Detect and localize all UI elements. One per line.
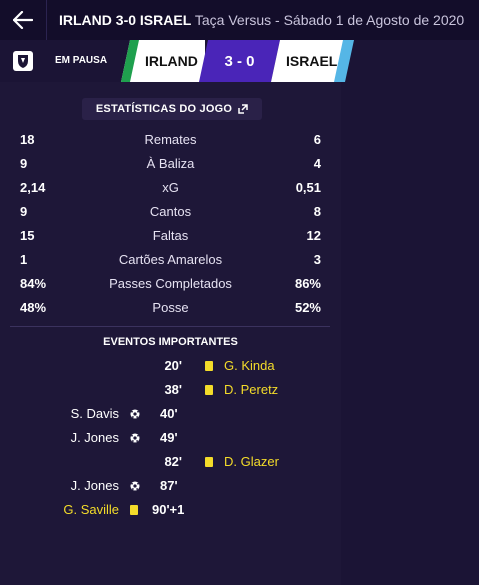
stat-away-value: 86% [294,276,321,291]
stat-label: Posse [152,300,189,315]
stat-label: xG [162,180,179,195]
back-arrow-icon [13,11,33,29]
stat-row-passes: 84% Passes Completados 86% [0,272,341,296]
event-row: 38' D. Peretz [0,378,341,402]
match-stats-header-button[interactable]: ESTATÍSTICAS DO JOGO [82,98,262,120]
yellow-card-icon [205,385,213,395]
event-minute: 38' [164,382,182,397]
stat-away-value: 8 [313,204,321,219]
events-title: EVENTOS IMPORTANTES [103,336,238,348]
yellow-card-icon [130,505,138,515]
event-row: J. Jones 87' [0,474,341,498]
stat-row-on-target: 9 À Baliza 4 [0,152,341,176]
stat-label: Remates [144,132,197,147]
stat-label: À Baliza [146,156,195,171]
stat-away-value: 52% [294,300,321,315]
event-minute: 87' [160,478,178,493]
event-row: G. Saville 90'+1 [0,498,341,522]
stat-away-value: 12 [306,228,321,243]
stat-away-value: 0,51 [295,180,321,195]
match-score: 3-0 [115,12,137,28]
event-minute: 20' [164,358,182,373]
match-title: IRLAND 3-0 ISRAEL Taça Versus - Sábado 1… [59,12,464,28]
yellow-card-icon [205,361,213,371]
stat-label: Faltas [152,228,189,243]
event-player: G. Kinda [224,358,275,373]
home-team-label: IRLAND [145,53,198,69]
event-minute: 90'+1 [152,502,185,517]
event-minute: 40' [160,406,178,421]
stat-away-value: 6 [313,132,321,147]
event-player: S. Davis [70,406,119,421]
stat-row-possession: 48% Posse 52% [0,296,341,320]
event-player: G. Saville [63,502,119,517]
stat-label: Cantos [149,204,192,219]
stat-row-xg: 2,14 xG 0,51 [0,176,341,200]
away-team-name: ISRAEL [139,12,192,28]
event-row: 20' G. Kinda [0,354,341,378]
stat-row-fouls: 15 Faltas 12 [0,224,341,248]
score-display: 3 - 0 [199,40,280,82]
stat-label: Passes Completados [109,276,232,291]
competition-date: Taça Versus - Sábado 1 de Agosto de 2020 [194,12,465,28]
stat-away-value: 4 [313,156,321,171]
event-minute: 49' [160,430,178,445]
section-divider [10,326,330,327]
scoreboard: EM PAUSA IRLAND 3 - 0 ISRAEL [0,40,479,82]
event-player: D. Glazer [224,454,279,469]
stat-label: Cartões Amarelos [118,252,223,267]
home-team-name: IRLAND [59,12,112,28]
stat-row-corners: 9 Cantos 8 [0,200,341,224]
stat-row-yellow-cards: 1 Cartões Amarelos 3 [0,248,341,272]
stat-row-shots: 18 Remates 6 [0,128,341,152]
away-team-label: ISRAEL [286,53,338,69]
event-player: D. Peretz [224,382,279,397]
expand-icon [238,104,248,114]
event-player: J. Jones [70,430,119,445]
competition-logo [0,40,46,82]
competition-shield-icon [13,51,33,71]
match-stats-panel: ESTATÍSTICAS DO JOGO 18 Remates 6 9 À Ba… [0,82,341,585]
goal-ball-icon [130,481,140,491]
event-minute: 82' [164,454,182,469]
match-status: EM PAUSA [55,55,108,66]
divider [46,0,47,40]
yellow-card-icon [205,457,213,467]
goal-ball-icon [130,433,140,443]
back-button[interactable] [0,0,46,40]
goal-ball-icon [130,409,140,419]
stat-away-value: 3 [313,252,321,267]
event-row: J. Jones 49' [0,426,341,450]
event-player: J. Jones [70,478,119,493]
event-row: 82' D. Glazer [0,450,341,474]
top-bar: IRLAND 3-0 ISRAEL Taça Versus - Sábado 1… [0,0,479,40]
event-row: S. Davis 40' [0,402,341,426]
match-stats-title: ESTATÍSTICAS DO JOGO [95,103,233,115]
